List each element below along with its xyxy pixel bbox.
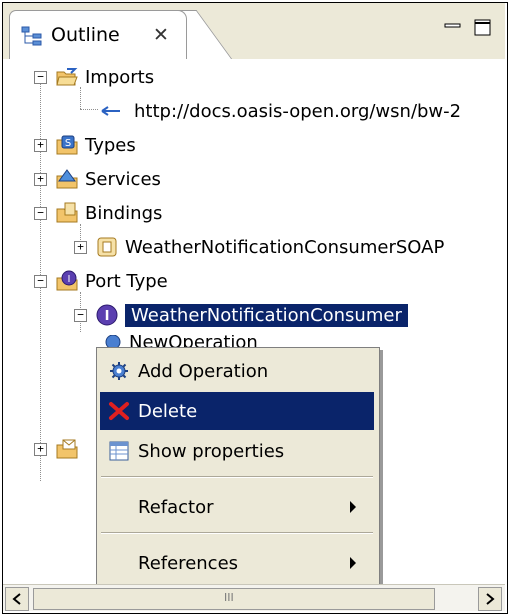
tree-item-imports[interactable]: − Imports <box>34 62 154 92</box>
menu-separator <box>101 532 373 534</box>
submenu-arrow-icon <box>350 501 356 513</box>
tab-close-icon[interactable]: ✕ <box>153 24 169 46</box>
horizontal-scrollbar[interactable]: III <box>3 584 505 611</box>
collapse-icon[interactable]: − <box>34 71 47 84</box>
scroll-left-button[interactable] <box>5 587 29 611</box>
scroll-right-button[interactable] <box>478 587 502 611</box>
svg-text:I: I <box>68 274 71 285</box>
tree-item-types[interactable]: + S Types <box>34 130 136 160</box>
properties-table-icon <box>109 441 129 461</box>
scroll-right-icon <box>486 593 495 605</box>
binding-icon <box>97 237 117 257</box>
types-folder-icon: S <box>56 135 78 155</box>
outline-icon <box>21 26 42 46</box>
scroll-left-icon <box>12 593 21 605</box>
context-menu: Add Operation Delete Show properties Ref… <box>96 347 380 594</box>
interface-icon: I <box>96 304 118 326</box>
expand-icon[interactable]: + <box>34 443 47 456</box>
folder-open-icon <box>56 68 78 86</box>
collapse-icon[interactable]: − <box>74 309 87 322</box>
services-folder-icon <box>56 169 78 189</box>
collapse-icon[interactable]: − <box>34 207 47 220</box>
svg-text:S: S <box>65 138 71 149</box>
collapse-icon[interactable]: − <box>34 275 47 288</box>
menu-item-show-properties[interactable]: Show properties <box>100 432 374 470</box>
tree-item-services[interactable]: + Services <box>34 164 161 194</box>
scroll-grip: III <box>224 591 234 604</box>
expand-icon[interactable]: + <box>34 139 47 152</box>
menu-separator <box>101 476 373 478</box>
tab-title: Outline <box>51 24 120 46</box>
menu-item-refactor[interactable]: Refactor <box>100 488 374 526</box>
tree-item-port-type[interactable]: − I Port Type <box>34 266 168 296</box>
outline-view: Outline ✕ − Imports http://docs.oasis-op… <box>0 0 510 614</box>
minimize-icon[interactable] <box>444 19 462 37</box>
tree-item-import-url[interactable]: http://docs.oasis-open.org/wsn/bw-2 <box>100 96 461 126</box>
tree-item-messages[interactable]: + <box>34 434 79 464</box>
messages-folder-icon <box>56 439 78 459</box>
view-tab-bar: Outline ✕ <box>3 3 505 61</box>
tree-item-port-type-selected[interactable]: − I WeatherNotificationConsumer <box>74 300 408 330</box>
expand-icon[interactable]: + <box>34 173 47 186</box>
menu-item-references[interactable]: References <box>100 544 374 582</box>
port-type-folder-icon: I <box>56 270 78 291</box>
delete-x-icon <box>109 402 129 420</box>
import-arrow-icon <box>101 106 120 116</box>
scroll-thumb[interactable]: III <box>33 588 435 610</box>
tree-item-bindings[interactable]: − Bindings <box>34 198 162 228</box>
bindings-folder-icon <box>56 202 78 223</box>
submenu-arrow-icon <box>350 557 356 569</box>
tree-item-binding[interactable]: + WeatherNotificationConsumerSOAP <box>74 232 444 262</box>
menu-item-delete[interactable]: Delete <box>100 392 374 430</box>
svg-text:I: I <box>105 309 110 324</box>
gear-icon <box>110 362 128 380</box>
selected-label: WeatherNotificationConsumer <box>125 303 408 327</box>
maximize-icon[interactable] <box>474 19 492 37</box>
tree-line <box>80 109 98 110</box>
expand-icon[interactable]: + <box>74 241 87 254</box>
menu-item-add-operation[interactable]: Add Operation <box>100 352 374 390</box>
